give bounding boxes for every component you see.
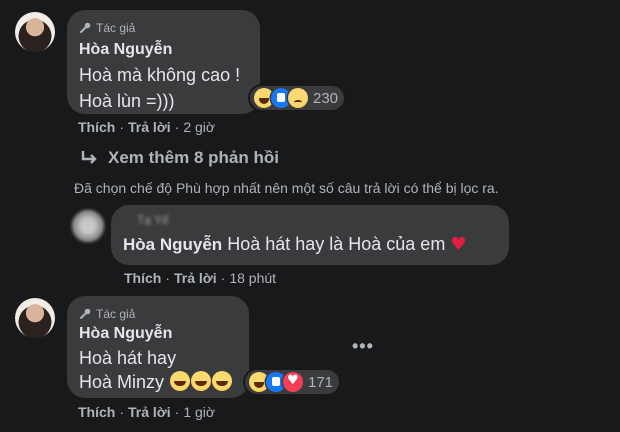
view-more-replies[interactable]: Xem thêm 8 phản hồi <box>80 148 279 168</box>
separator: · <box>174 404 180 420</box>
comment-bubble: Tác giả Hòa Nguyễn Hoà hát hay Hoà Minzy <box>67 296 249 398</box>
sad-reaction-icon <box>288 88 308 108</box>
reaction-summary[interactable]: 171 <box>245 370 340 394</box>
comment-text-line: Hoà mà không cao ! <box>79 65 241 85</box>
blurred-replier-name[interactable]: Tạ Yế <box>137 213 169 227</box>
rolling-laughing-emoji-icon <box>191 371 212 391</box>
author-badge: Tác giả <box>79 21 135 35</box>
reply-text-body: Hoà hát hay là Hoà của em <box>222 234 451 254</box>
like-action[interactable]: Thích <box>124 270 161 286</box>
separator: · <box>165 270 171 286</box>
reply-arrow-icon <box>81 151 97 164</box>
separator: · <box>220 270 226 286</box>
reaction-summary[interactable]: 230 <box>250 86 345 110</box>
reply-action[interactable]: Trả lời <box>174 270 217 286</box>
reply-action[interactable]: Trả lời <box>128 404 171 420</box>
microphone-icon <box>80 22 91 33</box>
commenter-name[interactable]: Hòa Nguyễn <box>79 325 172 343</box>
author-badge-label: Tác giả <box>96 21 136 35</box>
commenter-name[interactable]: Hòa Nguyễn <box>79 41 172 59</box>
love-reaction-icon <box>283 372 303 392</box>
separator: · <box>174 119 180 135</box>
timestamp[interactable]: 1 giờ <box>183 404 215 420</box>
reply-text: Hòa Nguyễn Hoà hát hay là Hoà của em ♥ <box>123 234 466 255</box>
comment-text-line: Hoà lùn =))) <box>79 91 175 111</box>
author-badge-label: Tác giả <box>96 307 136 321</box>
like-action[interactable]: Thích <box>78 404 115 420</box>
view-more-label[interactable]: Xem thêm 8 phản hồi <box>108 148 279 168</box>
author-avatar[interactable] <box>15 298 55 338</box>
comment-text-line: Hoà hát hay <box>79 348 177 368</box>
comment-actions: Thích · Trả lời · 2 giờ <box>78 119 215 135</box>
reaction-count: 171 <box>308 373 334 391</box>
timestamp[interactable]: 18 phút <box>229 270 276 286</box>
comment-bubble: Tác giả Hòa Nguyễn Hoà mà không cao ! Ho… <box>67 10 260 114</box>
reply-bubble: Tạ Yế Hòa Nguyễn Hoà hát hay là Hoà của … <box>111 205 509 265</box>
separator: · <box>119 404 125 420</box>
filter-notice: Đã chọn chế độ Phù hợp nhất nên một số c… <box>74 180 499 196</box>
separator: · <box>119 119 125 135</box>
like-action[interactable]: Thích <box>78 119 115 135</box>
timestamp[interactable]: 2 giờ <box>183 119 215 135</box>
heart-icon: ♥ <box>450 234 467 255</box>
comment-text-line-body: Hoà Minzy <box>79 372 165 392</box>
reply-action[interactable]: Trả lời <box>128 119 171 135</box>
rolling-laughing-emoji-icon <box>212 371 233 391</box>
microphone-icon <box>80 308 91 319</box>
author-avatar[interactable] <box>15 12 55 52</box>
comment-text-line: Hoà Minzy <box>79 369 233 395</box>
replier-avatar[interactable] <box>72 210 104 242</box>
author-badge: Tác giả <box>79 307 135 321</box>
comment-actions: Thích · Trả lời · 1 giờ <box>78 404 215 420</box>
more-options-icon[interactable]: ••• <box>352 336 374 357</box>
rolling-laughing-emoji-icon <box>170 371 191 391</box>
mention-link[interactable]: Hòa Nguyễn <box>123 235 222 254</box>
reaction-count: 230 <box>313 89 339 107</box>
reply-actions: Thích · Trả lời · 18 phút <box>124 270 276 286</box>
